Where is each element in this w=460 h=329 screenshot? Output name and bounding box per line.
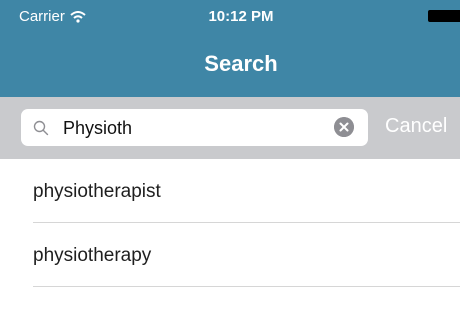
search-input[interactable]: Physioth [21, 109, 368, 146]
clear-icon[interactable] [334, 117, 354, 137]
results-list: physiotherapist physiotherapy [0, 159, 460, 287]
search-icon [33, 120, 49, 136]
list-item[interactable]: physiotherapy [0, 223, 460, 287]
app-header: Carrier 10:12 PM Search [0, 0, 460, 97]
row-separator [33, 286, 460, 287]
result-label: physiotherapist [33, 181, 161, 202]
search-query: Physioth [63, 118, 133, 138]
page-title: Search [204, 51, 278, 76]
result-label: physiotherapy [33, 245, 152, 266]
search-bar: Physioth Cancel [0, 97, 460, 159]
status-bar: Carrier 10:12 PM [0, 0, 460, 36]
list-item[interactable]: physiotherapist [0, 159, 460, 223]
status-time: 10:12 PM [208, 8, 274, 25]
cancel-button[interactable]: Cancel [385, 115, 447, 138]
battery-icon [428, 10, 460, 22]
